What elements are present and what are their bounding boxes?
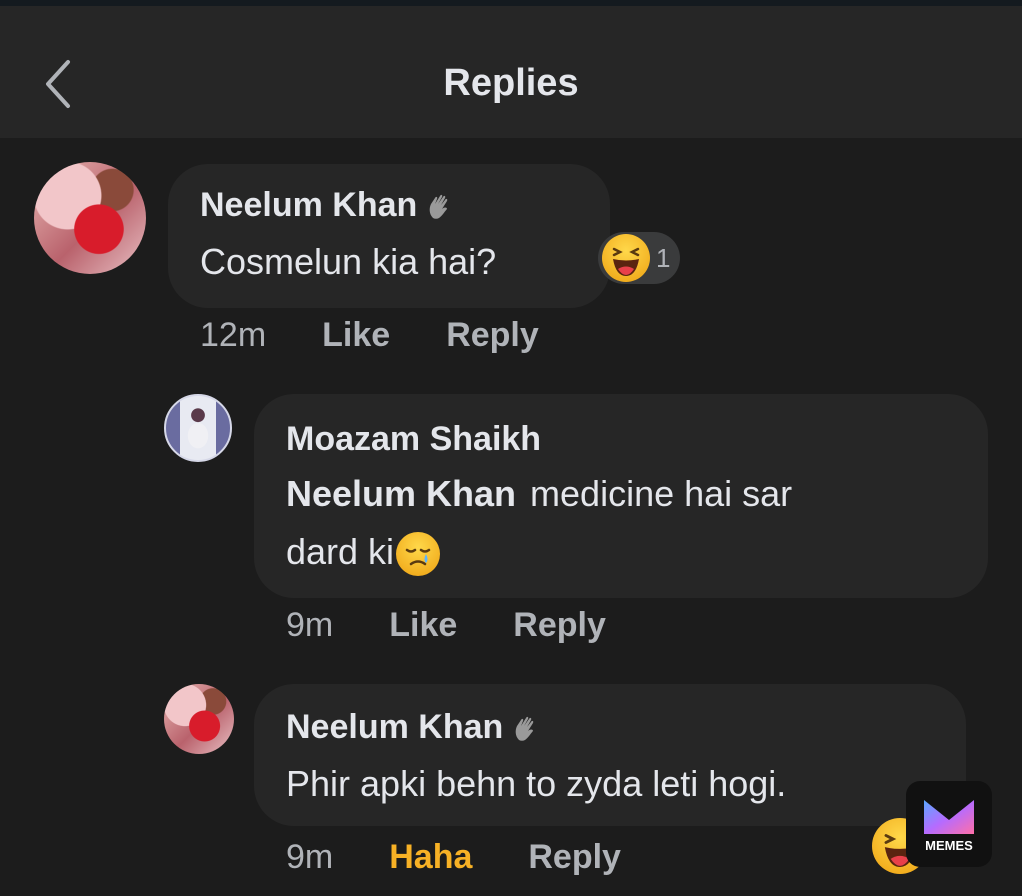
reply-button[interactable]: Reply — [513, 606, 606, 644]
haha-emoji-icon — [602, 234, 650, 282]
reply-button[interactable]: Reply — [446, 316, 539, 354]
comment-author[interactable]: Moazam Shaikh — [286, 420, 541, 459]
waving-hand-icon — [515, 716, 534, 741]
memes-app-logo[interactable]: MEMES — [906, 781, 992, 867]
comment-text: Phir apki behn to zyda leti hogi. — [286, 763, 787, 804]
comment-text: Cosmelun kia hai? — [200, 241, 497, 282]
reaction-summary[interactable]: 1 — [598, 232, 681, 284]
comment-text-line2: dard ki — [286, 524, 441, 580]
avatar[interactable] — [164, 394, 232, 462]
comment-author[interactable]: Neelum Khan — [200, 186, 455, 225]
comment-actions: 12m Like Reply — [200, 316, 595, 355]
comment-timestamp: 12m — [200, 316, 267, 354]
waving-hand-icon — [429, 194, 448, 219]
comment-actions: 9m Like Reply — [286, 606, 662, 645]
comment-timestamp: 9m — [286, 606, 334, 644]
comment-timestamp: 9m — [286, 838, 334, 876]
header-bar: Replies — [0, 0, 1022, 138]
like-button[interactable]: Like — [322, 316, 390, 354]
avatar[interactable] — [164, 684, 234, 754]
page-title: Replies — [443, 62, 579, 104]
comment-author[interactable]: Neelum Khan — [286, 708, 541, 747]
avatar[interactable] — [34, 162, 146, 274]
comment-actions: 9m Haha Reply — [286, 838, 677, 877]
memes-logo-label: MEMES — [925, 837, 973, 853]
reaction-count: 1 — [656, 242, 671, 273]
like-button[interactable]: Like — [389, 606, 457, 644]
mention-link[interactable]: Neelum Khan — [286, 473, 516, 514]
sad-tear-emoji-icon — [396, 532, 441, 577]
comment-text: Neelum Khan medicine hai sar — [286, 473, 793, 514]
memes-m-icon — [924, 799, 974, 834]
reply-button[interactable]: Reply — [528, 838, 621, 876]
haha-reaction-button[interactable]: Haha — [389, 838, 472, 876]
